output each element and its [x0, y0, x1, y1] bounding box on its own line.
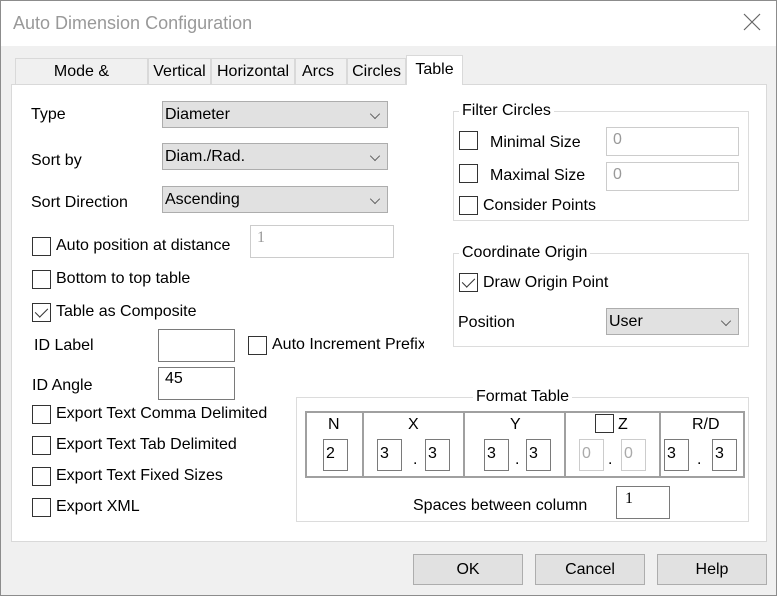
title-bar: Auto Dimension Configuration [1, 1, 776, 46]
id-label-label: ID Label [34, 337, 94, 354]
chevron-down-icon [720, 315, 732, 327]
z-integer-digits-input[interactable]: 0 [579, 439, 604, 471]
coordinate-origin-group: Coordinate Origin Draw Origin Point Posi… [453, 244, 749, 347]
draw-origin-checkbox[interactable] [459, 273, 478, 292]
id-angle-label: ID Angle [32, 377, 93, 394]
export-xml-checkbox[interactable] [32, 498, 51, 517]
consider-points-checkbox[interactable] [459, 196, 478, 215]
n-digits-input[interactable]: 2 [323, 439, 348, 471]
chevron-down-icon [369, 193, 381, 205]
format-table-title: Format Table [473, 388, 573, 406]
rd-decimal-separator: . [697, 451, 702, 468]
x-decimal-separator: . [413, 451, 418, 468]
format-table-group: Format Table N 2 X 3 . 3 Y 3 . 3 Z 0 . 0… [296, 388, 749, 522]
z-column-checkbox[interactable] [595, 414, 614, 433]
export-tab-checkbox[interactable] [32, 436, 51, 455]
type-dropdown[interactable]: Diameter [162, 101, 388, 128]
tab-table[interactable]: Table [406, 55, 463, 85]
format-z-column: Z 0 . 0 [564, 411, 661, 478]
sort-direction-value: Ascending [165, 191, 240, 208]
ok-button[interactable]: OK [413, 554, 523, 585]
minimal-size-label: Minimal Size [490, 134, 581, 151]
sort-direction-label: Sort Direction [31, 194, 128, 211]
auto-position-distance-input[interactable]: 1 [250, 225, 394, 258]
y-decimal-digits-input[interactable]: 3 [526, 439, 551, 471]
x-column-label: X [408, 416, 419, 433]
auto-increment-checkbox[interactable] [248, 336, 267, 355]
tab-label: Circles [352, 63, 401, 80]
help-button[interactable]: Help [657, 554, 767, 585]
chevron-down-icon [369, 108, 381, 120]
table-tab-panel: Type Diameter Sort by Diam./Rad. Sort Di… [11, 84, 767, 542]
position-dropdown[interactable]: User [606, 308, 739, 335]
export-tab-label: Export Text Tab Delimited [56, 436, 237, 453]
auto-position-label: Auto position at distance [56, 237, 231, 254]
x-integer-digits-input[interactable]: 3 [377, 439, 402, 471]
tab-label: Table [415, 61, 454, 78]
x-decimal-digits-input[interactable]: 3 [425, 439, 450, 471]
tab-label: Horizontal [216, 63, 290, 80]
export-comma-checkbox[interactable] [32, 405, 51, 424]
maximal-size-label: Maximal Size [490, 167, 586, 184]
sort-by-dropdown[interactable]: Diam./Rad. [162, 143, 388, 170]
tab-arcs[interactable]: Arcs [295, 58, 347, 84]
position-label: Position [458, 314, 515, 331]
bottom-to-top-label: Bottom to top table [56, 270, 191, 287]
tab-label: Vertical [153, 63, 206, 80]
id-label-input[interactable] [158, 329, 235, 362]
table-composite-label: Table as Composite [56, 303, 197, 320]
n-column-label: N [328, 416, 340, 433]
auto-position-checkbox[interactable] [32, 237, 51, 256]
export-fixed-checkbox[interactable] [32, 467, 51, 486]
maximal-size-checkbox[interactable] [459, 164, 478, 183]
dialog-window: Auto Dimension Configuration Mode & Sele… [0, 0, 777, 596]
tab-mode-selection[interactable]: Mode & Selection [15, 58, 148, 106]
type-value: Diameter [165, 106, 230, 123]
export-comma-label: Export Text Comma Delimited [56, 405, 268, 422]
sort-direction-dropdown[interactable]: Ascending [162, 186, 388, 213]
filter-circles-group: Filter Circles Minimal Size 0 Maximal Si… [453, 102, 749, 221]
coordinate-origin-title: Coordinate Origin [459, 244, 591, 262]
sort-by-label: Sort by [31, 152, 82, 169]
z-decimal-separator: . [608, 451, 613, 468]
draw-origin-label: Draw Origin Point [483, 274, 609, 291]
window-title: Auto Dimension Configuration [13, 13, 253, 33]
rd-integer-digits-input[interactable]: 3 [664, 439, 689, 471]
format-n-column: N 2 [305, 411, 364, 478]
minimal-size-input[interactable]: 0 [606, 127, 739, 156]
cancel-button[interactable]: Cancel [535, 554, 645, 585]
format-y-column: Y 3 . 3 [463, 411, 566, 478]
tab-horizontal[interactable]: Horizontal [211, 58, 295, 84]
close-icon[interactable] [742, 12, 762, 32]
id-angle-input[interactable]: 45 [158, 367, 235, 400]
y-integer-digits-input[interactable]: 3 [484, 439, 509, 471]
spaces-between-column-label: Spaces between column [413, 497, 588, 514]
consider-points-label: Consider Points [483, 197, 596, 214]
tab-circles[interactable]: Circles [347, 58, 406, 84]
y-column-label: Y [510, 416, 521, 433]
format-rd-column: R/D 3 . 3 [659, 411, 745, 478]
sort-by-value: Diam./Rad. [165, 148, 246, 165]
export-fixed-label: Export Text Fixed Sizes [56, 467, 223, 484]
maximal-size-input[interactable]: 0 [606, 162, 739, 191]
format-x-column: X 3 . 3 [362, 411, 465, 478]
chevron-down-icon [369, 150, 381, 162]
table-composite-checkbox[interactable] [32, 303, 51, 322]
position-value: User [609, 313, 643, 330]
rd-column-label: R/D [692, 416, 720, 433]
rd-decimal-digits-input[interactable]: 3 [712, 439, 737, 471]
spaces-between-column-input[interactable]: 1 [616, 486, 670, 519]
type-label: Type [31, 106, 66, 123]
y-decimal-separator: . [515, 451, 520, 468]
z-decimal-digits-input[interactable]: 0 [621, 439, 646, 471]
filter-circles-title: Filter Circles [459, 102, 554, 120]
z-column-label: Z [618, 416, 628, 433]
minimal-size-checkbox[interactable] [459, 131, 478, 150]
auto-increment-label: Auto Increment Prefix [272, 336, 424, 353]
tab-vertical[interactable]: Vertical [148, 58, 211, 84]
export-xml-label: Export XML [56, 498, 140, 515]
tab-label: Arcs [302, 63, 334, 80]
bottom-to-top-checkbox[interactable] [32, 270, 51, 289]
